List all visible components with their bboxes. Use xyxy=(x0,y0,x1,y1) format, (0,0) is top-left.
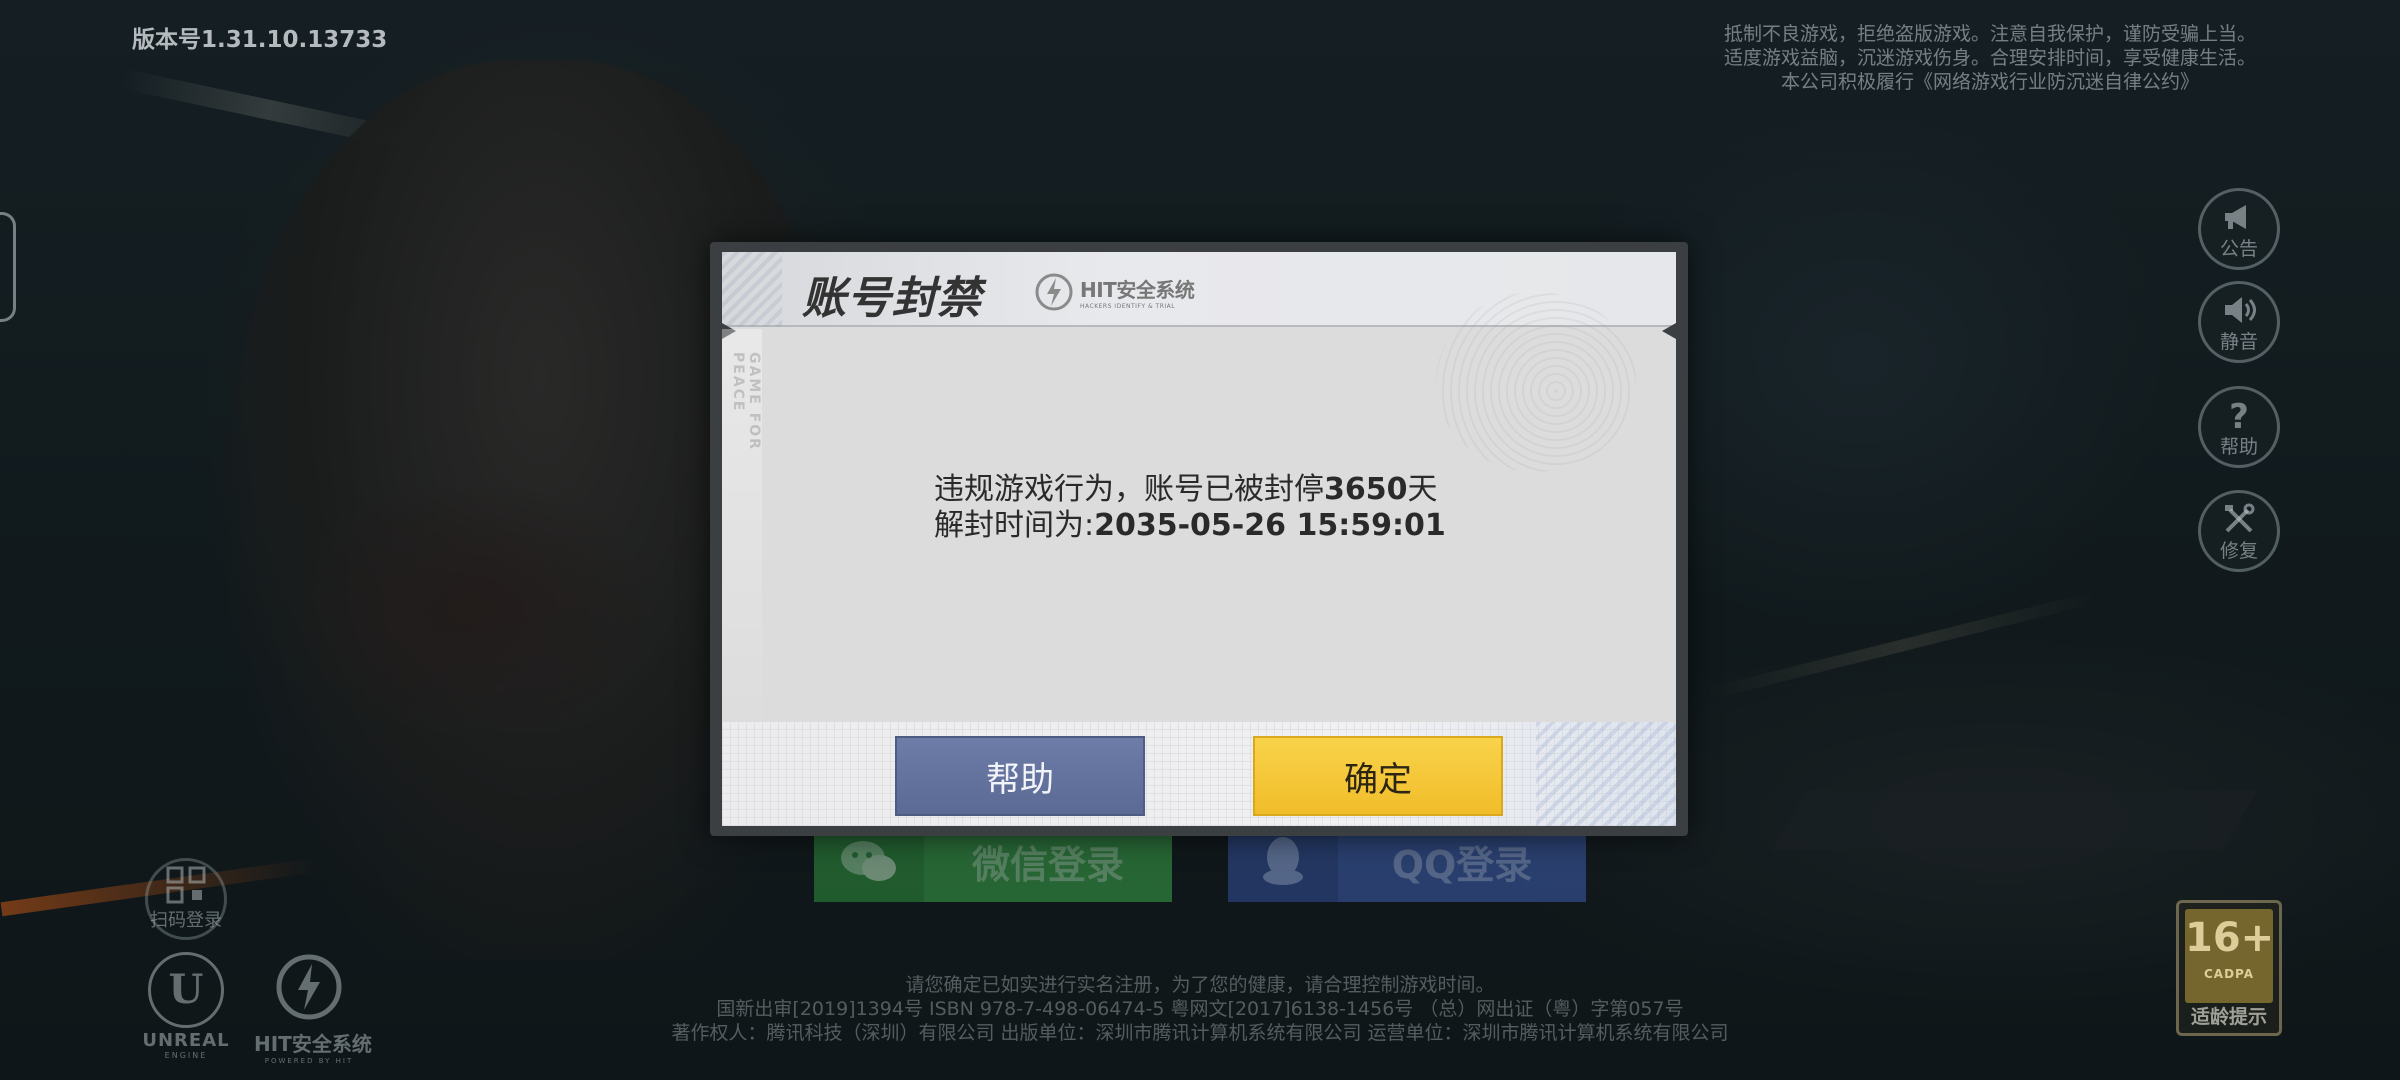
age-rating-number: 16+ xyxy=(2185,915,2275,961)
ban-message-line-1: 违规游戏行为，账号已被封停3650天 xyxy=(934,472,1534,508)
ban-dialog-panel: 账号封禁 HIT安全系统 HACKERS IDENTIFY & TRIAL GA… xyxy=(722,252,1676,826)
unban-time-prefix: 解封时间为: xyxy=(934,508,1095,543)
age-rating-icon: 16+ CADPA xyxy=(2185,909,2275,1003)
unreal-logo-subtext: ENGINE xyxy=(164,1051,208,1060)
announcement-button[interactable]: 公告 xyxy=(2198,188,2280,270)
ban-dialog: 账号封禁 HIT安全系统 HACKERS IDENTIFY & TRIAL GA… xyxy=(710,242,1688,836)
hit-header-logo-text: HIT安全系统 HACKERS IDENTIFY & TRIAL xyxy=(1080,274,1195,310)
game-for-peace-watermark: GAME FOR PEACE xyxy=(730,352,762,451)
hit-header-logo: HIT安全系统 HACKERS IDENTIFY & TRIAL xyxy=(1034,272,1195,312)
age-rating-label: 适龄提示 xyxy=(2190,1006,2267,1028)
health-notice-line: 适度游戏益脑，沉迷游戏伤身。合理安排时间，享受健康生活。 xyxy=(1723,47,2256,69)
confirm-button[interactable]: 确定 xyxy=(1253,736,1503,816)
topographic-decoration xyxy=(1436,292,1636,472)
header-corner-right xyxy=(1662,323,1676,339)
help-side-label: 帮助 xyxy=(2219,435,2258,458)
mute-label: 静音 xyxy=(2219,330,2258,353)
version-label: 版本号1.31.10.13733 xyxy=(132,27,388,53)
ban-message-prefix: 违规游戏行为，账号已被封停 xyxy=(934,472,1324,507)
unban-time: 2035-05-26 15:59:01 xyxy=(1094,508,1446,543)
help-side-button[interactable]: ? 帮助 xyxy=(2198,386,2280,468)
header-stripe-decoration xyxy=(722,252,782,327)
ban-days: 3650 xyxy=(1324,472,1408,507)
health-notice: 抵制不良游戏，拒绝盗版游戏。注意自我保护，谨防受骗上当。 适度游戏益脑，沉迷游戏… xyxy=(1640,22,2340,94)
left-drawer-tab[interactable] xyxy=(0,212,16,322)
hit-header-logo-sub: HACKERS IDENTIFY & TRIAL xyxy=(1080,303,1176,310)
ban-days-unit: 天 xyxy=(1407,472,1438,507)
hit-shield-icon xyxy=(1035,273,1073,311)
legal-line-3: 著作权人：腾讯科技（深圳）有限公司 出版单位：深圳市腾讯计算机系统有限公司 运营… xyxy=(671,1022,1729,1044)
legal-line-2: 国新出审[2019]1394号 ISBN 978-7-498-06474-5 粤… xyxy=(716,998,1684,1020)
repair-button[interactable]: 修复 xyxy=(2198,490,2280,572)
repair-tools-icon xyxy=(2219,500,2259,538)
speaker-icon xyxy=(2219,291,2259,329)
repair-label: 修复 xyxy=(2219,539,2258,562)
qr-code-icon xyxy=(166,866,206,904)
mute-button[interactable]: 静音 xyxy=(2198,281,2280,363)
megaphone-icon xyxy=(2219,198,2259,236)
ban-message-line-2: 解封时间为:2035-05-26 15:59:01 xyxy=(934,508,1534,544)
qr-login-label: 扫码登录 xyxy=(150,910,222,931)
ban-dialog-footer: 帮助 确定 xyxy=(722,722,1676,826)
hit-logo-subtext: POWERED BY HIT xyxy=(264,1057,354,1065)
hit-header-logo-name: HIT安全系统 xyxy=(1080,278,1195,302)
health-notice-line: 本公司积极履行《网络游戏行业防沉迷自律公约》 xyxy=(1780,71,2199,93)
svg-text:?: ? xyxy=(2229,398,2249,432)
footer-stripe-decoration xyxy=(1536,722,1676,826)
announcement-label: 公告 xyxy=(2219,237,2258,260)
age-rating-badge[interactable]: 16+ CADPA 适龄提示 xyxy=(2176,900,2282,1036)
qr-login-button[interactable]: 扫码登录 xyxy=(145,858,227,940)
ban-message: 违规游戏行为，账号已被封停3650天 解封时间为:2035-05-26 15:5… xyxy=(934,472,1534,544)
legal-line-1: 请您确定已如实进行实名注册，为了您的健康，请合理控制游戏时间。 xyxy=(905,974,1495,996)
age-rating-org: CADPA xyxy=(2203,967,2255,981)
question-icon: ? xyxy=(2219,396,2259,434)
help-button[interactable]: 帮助 xyxy=(895,736,1145,816)
ban-dialog-title: 账号封禁 xyxy=(802,273,982,324)
health-notice-line: 抵制不良游戏，拒绝盗版游戏。注意自我保护，谨防受骗上当。 xyxy=(1723,23,2256,45)
